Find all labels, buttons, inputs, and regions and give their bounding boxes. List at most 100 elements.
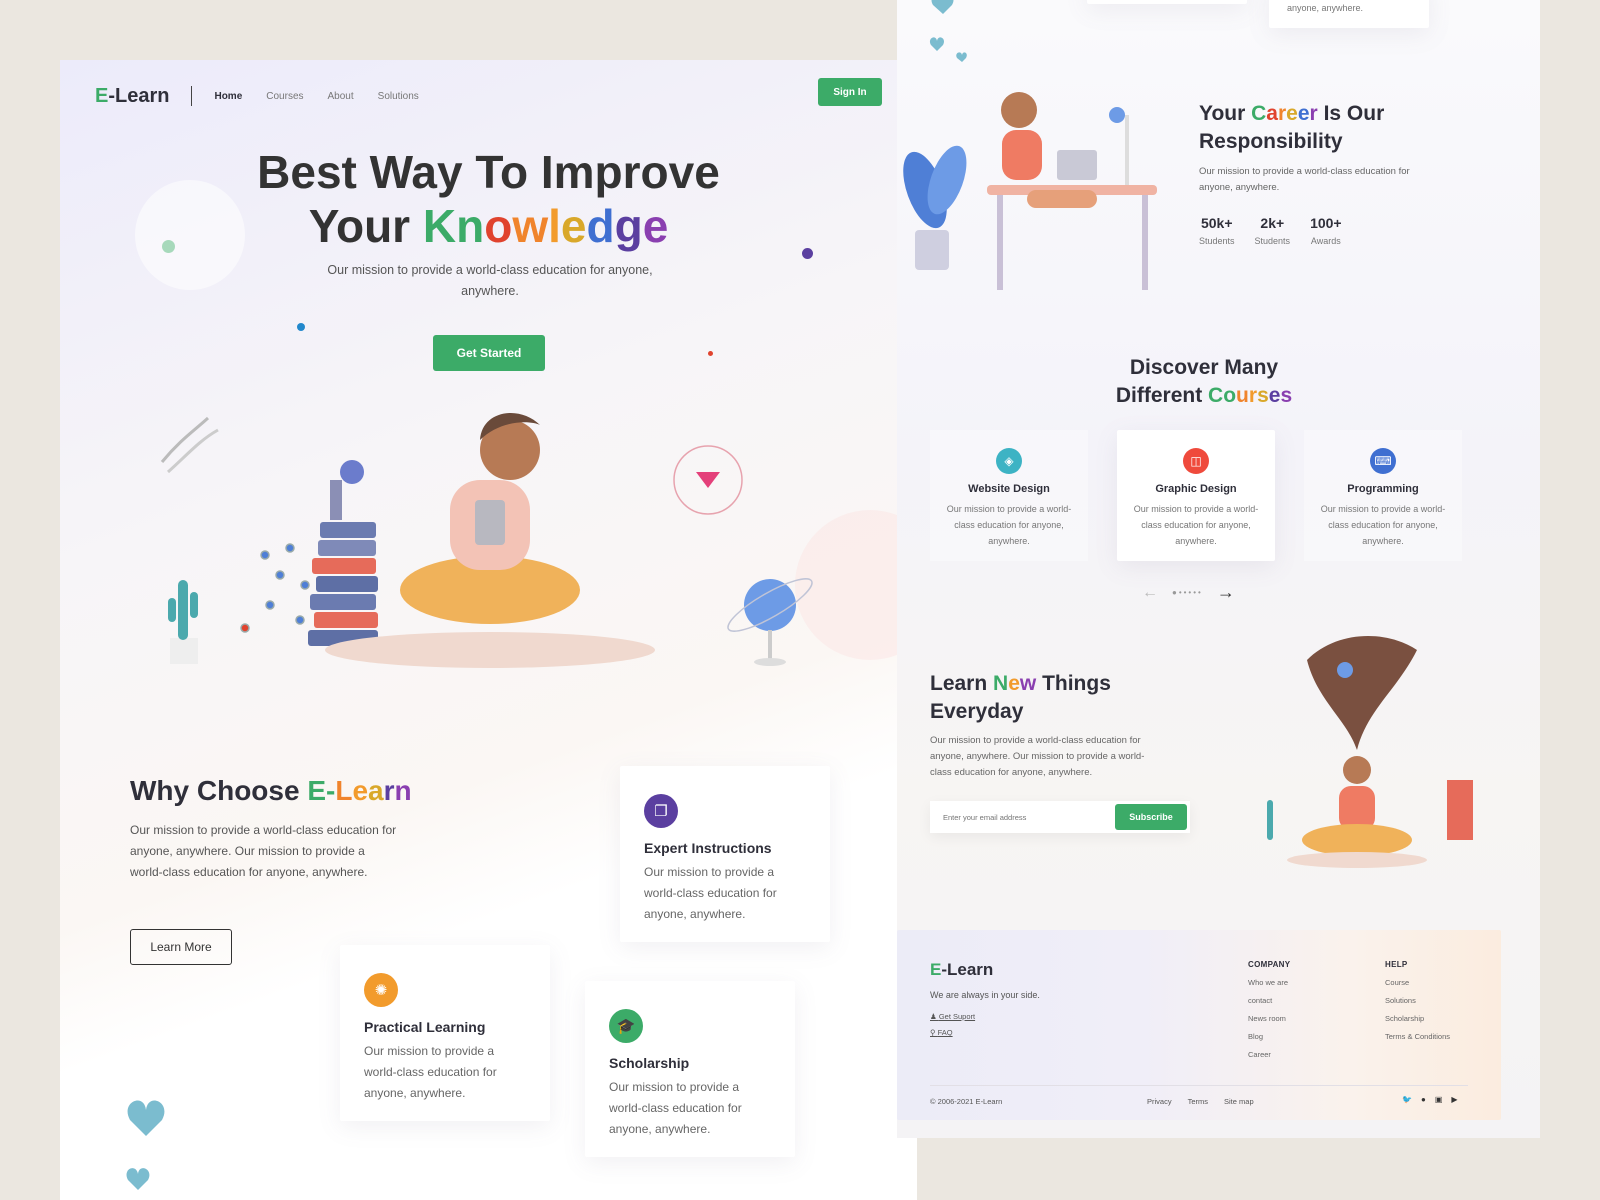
- highlight-letter: o: [484, 200, 513, 252]
- highlight-letter: C: [1208, 384, 1224, 407]
- course-card-graphic[interactable]: ◫ Graphic Design Our mission to provide …: [1117, 430, 1275, 561]
- footer-link[interactable]: Blog: [1248, 1032, 1290, 1041]
- highlight-letter: u: [1236, 384, 1249, 407]
- footer-help: HELP Course Solutions Scholarship Terms …: [1385, 960, 1451, 1041]
- nav-solutions[interactable]: Solutions: [378, 91, 419, 102]
- partial-card: anyone, anywhere.: [1269, 0, 1429, 28]
- footer-link[interactable]: News room: [1248, 1014, 1290, 1023]
- learn-new-description: Our mission to provide a world-class edu…: [930, 735, 1145, 778]
- nav-home[interactable]: Home: [214, 91, 242, 102]
- arrow-right-icon[interactable]: →: [1217, 582, 1235, 603]
- footer-link[interactable]: Scholarship: [1385, 1014, 1450, 1023]
- feature-card-expert[interactable]: ❐ Expert Instructions Our mission to pro…: [620, 766, 830, 942]
- nav-divider: [191, 86, 193, 106]
- career-title: Your Career Is Our Responsibility: [1199, 102, 1385, 153]
- highlight-letter: n: [456, 200, 485, 252]
- why-description: Our mission to provide a world-class edu…: [130, 823, 397, 879]
- footer-divider: [930, 1085, 1468, 1086]
- heart-icon: [929, 0, 967, 62]
- footer-link[interactable]: Career: [1248, 1050, 1290, 1059]
- heart-icon: [126, 1100, 165, 1190]
- highlight-letter: w: [1019, 672, 1037, 695]
- nav-links: Home Courses About Solutions: [214, 91, 418, 102]
- sitemap-link[interactable]: Site map: [1224, 1097, 1254, 1106]
- footer-link[interactable]: Terms & Conditions: [1385, 1032, 1450, 1041]
- highlight-letter: w: [512, 200, 549, 252]
- molecule-illustration: [240, 543, 310, 633]
- gem-icon: [673, 445, 743, 515]
- top-nav: E-Learn Home Courses About Solutions Sig…: [95, 76, 882, 116]
- cactus-illustration: [168, 580, 198, 664]
- user-icon: ♟: [930, 1012, 939, 1021]
- why-title: Why Choose E-Learn: [130, 775, 412, 806]
- highlight-letter: a: [1266, 102, 1278, 125]
- email-input[interactable]: [933, 812, 1115, 822]
- carousel-controls: ← ●••••• →: [1142, 582, 1235, 603]
- nav-about[interactable]: About: [328, 91, 354, 102]
- arrow-left-icon[interactable]: ←: [1142, 584, 1158, 602]
- youtube-icon[interactable]: ▶: [1451, 1095, 1457, 1104]
- faq-link[interactable]: ⚲ FAQ: [930, 1028, 953, 1037]
- decor-circle: [135, 180, 245, 290]
- laptop-illustration: [1057, 150, 1097, 180]
- highlight-letter: s: [1280, 384, 1293, 407]
- hero-illustration: [160, 413, 813, 668]
- course-card-website[interactable]: ◈ Website Design Our mission to provide …: [930, 430, 1088, 561]
- link-icon: ⚲: [930, 1028, 938, 1037]
- stats-row: 50k+ Students 2k+ Students 100+ Awards: [1199, 215, 1342, 249]
- highlight-letter: l: [548, 200, 561, 252]
- footer-link[interactable]: contact: [1248, 996, 1290, 1005]
- highlight-letter: r: [383, 775, 395, 806]
- footer-logo[interactable]: E-Learn: [930, 960, 993, 980]
- hero-highlight: Knowledge: [423, 200, 668, 252]
- discover-title: Discover Many Different Courses: [897, 354, 1511, 410]
- hero-subtitle: Our mission to provide a world-class edu…: [327, 263, 653, 298]
- learn-more-button[interactable]: Learn More: [130, 929, 232, 965]
- footer-company: COMPANY Who we are contact News room Blo…: [1248, 960, 1291, 1059]
- highlight-letter: a: [368, 775, 384, 806]
- privacy-link[interactable]: Privacy: [1147, 1097, 1172, 1106]
- highlight-letter: e: [1297, 102, 1310, 125]
- plant-illustration: [903, 145, 967, 270]
- terms-link[interactable]: Terms: [1188, 1097, 1208, 1106]
- sign-in-button[interactable]: Sign In: [818, 78, 882, 106]
- github-icon[interactable]: ●: [1421, 1095, 1426, 1104]
- get-started-button[interactable]: Get Started: [433, 335, 545, 371]
- subscribe-form: Subscribe: [930, 801, 1190, 833]
- social-icons: 🐦 ● ▣ ▶: [1402, 1095, 1458, 1104]
- highlight-letter: o: [1223, 384, 1237, 407]
- decor-dot: [708, 351, 713, 356]
- highlight-letter: g: [614, 200, 643, 252]
- subscribe-button[interactable]: Subscribe: [1115, 804, 1187, 830]
- learn-new-title: Learn New Things Everyday: [930, 672, 1111, 723]
- twitter-icon[interactable]: 🐦: [1402, 1095, 1412, 1104]
- career-description: Our mission to provide a world-class edu…: [1199, 166, 1410, 193]
- feature-card-practical[interactable]: ✺ Practical Learning Our mission to prov…: [340, 945, 550, 1121]
- globe-illustration: [727, 578, 813, 666]
- shapes-icon: ◫: [1183, 448, 1209, 474]
- stat-students-2: 2k+ Students: [1254, 215, 1291, 246]
- linkedin-icon[interactable]: ▣: [1435, 1095, 1443, 1104]
- highlight-letter: s: [1257, 384, 1269, 407]
- target-icon: ◈: [996, 448, 1022, 474]
- footer-link[interactable]: Course: [1385, 978, 1450, 987]
- footer-link[interactable]: Who we are: [1248, 978, 1290, 987]
- layers-icon: ❐: [644, 794, 678, 828]
- books-stack: [308, 460, 378, 646]
- highlight-letter: L: [335, 775, 353, 806]
- logo[interactable]: E-Learn: [95, 85, 169, 108]
- nav-courses[interactable]: Courses: [266, 91, 303, 102]
- footer-bottom-links: Privacy Terms Site map: [1147, 1097, 1254, 1106]
- highlight-letter: e: [642, 200, 669, 252]
- highlight-letter: d: [586, 200, 615, 252]
- lamp-illustration: [1109, 107, 1129, 185]
- highlight-letter: e: [1286, 102, 1298, 125]
- feature-card-scholarship[interactable]: 🎓 Scholarship Our mission to provide a w…: [585, 981, 795, 1157]
- footer-link[interactable]: Solutions: [1385, 996, 1450, 1005]
- copyright: © 2006-2021 E-Learn: [930, 1097, 1003, 1106]
- stat-awards: 100+ Awards: [1310, 215, 1342, 246]
- course-card-programming[interactable]: ⌨ Programming Our mission to provide a w…: [1304, 430, 1462, 561]
- support-link[interactable]: ♟ Get Suport: [930, 1012, 975, 1021]
- carousel-dots: ●•••••: [1172, 588, 1203, 597]
- footer-tagline: We are always in your side.: [930, 990, 1040, 1000]
